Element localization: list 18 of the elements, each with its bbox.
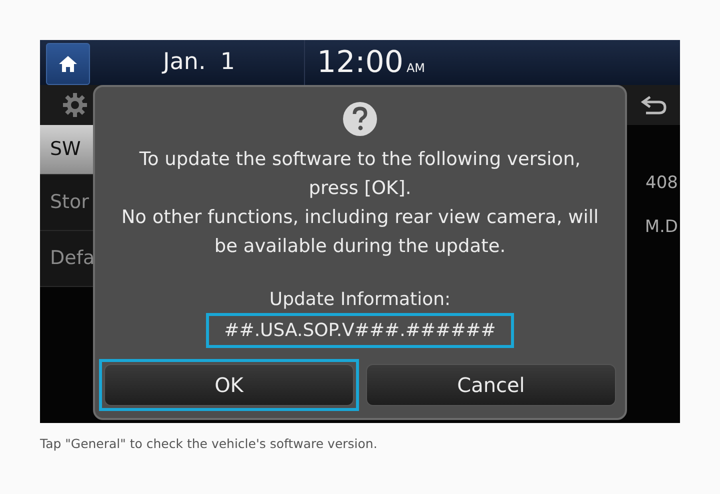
settings-icon[interactable]	[62, 92, 88, 118]
dialog-button[interactable]: OK	[99, 359, 359, 411]
clock-meridiem: AM	[406, 60, 426, 76]
message-text: press [OK].	[308, 177, 412, 201]
update-info-label: Update Information:	[269, 288, 451, 312]
value-text: 408	[644, 172, 678, 195]
message-text: No other functions, including rear view camera, will	[121, 206, 599, 230]
clock-time: 12:00	[317, 44, 404, 82]
version-text: ##.USA.SOP.V###.######	[206, 313, 514, 348]
message-text: To update the software to the following version,	[138, 148, 582, 172]
question-icon	[342, 101, 378, 137]
caption-text: Tap "General" to check the vehicle's software version.	[40, 435, 378, 453]
message-text: be available during the update.	[213, 235, 507, 259]
home-button[interactable]	[46, 42, 90, 84]
home-icon	[58, 54, 78, 74]
back-icon[interactable]	[640, 94, 668, 116]
date-text: Jan. 1	[160, 48, 236, 78]
value-text: M.D	[644, 216, 678, 238]
